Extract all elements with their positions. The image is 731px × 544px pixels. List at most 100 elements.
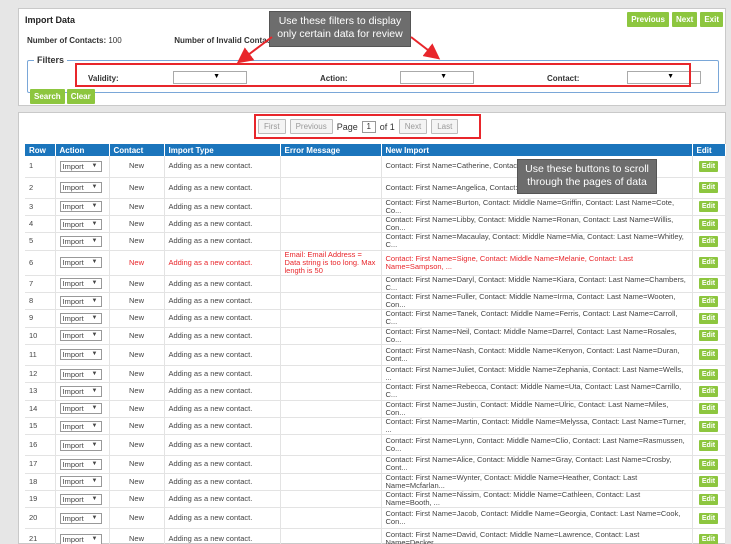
contact-cell: New [109, 156, 165, 178]
action-select[interactable]: Import ▼ [59, 533, 102, 544]
action-select[interactable]: Import ▼ [59, 458, 102, 470]
action-select[interactable]: Import ▼ [59, 235, 102, 247]
row-number: 7 [25, 275, 56, 293]
new-import-cell: Contact: First Name=Macaulay, Contact: M… [381, 232, 693, 251]
chevron-down-icon: ▼ [91, 220, 98, 227]
new-import-cell: Contact: First Name=Lynn, Contact: Middl… [381, 434, 693, 457]
action-select[interactable]: Import ▼ [59, 182, 102, 193]
action-cell: Import ▼ [55, 156, 110, 178]
row-number: 13 [25, 382, 56, 401]
chevron-down-icon: ▼ [91, 370, 98, 377]
action-cell: Import ▼ [55, 507, 110, 530]
action-cell: Import ▼ [55, 434, 110, 457]
action-cell: Import ▼ [55, 400, 110, 418]
row-number: 14 [25, 400, 56, 418]
error-message-cell [280, 473, 382, 491]
edit-button[interactable]: Edit [698, 312, 719, 324]
table-row: 10 Import ▼ New Adding as a new contact. Cont… [25, 327, 726, 345]
filters-callout: Use these filters to display only certai… [269, 11, 411, 47]
next-button[interactable]: Next [671, 12, 698, 27]
action-select[interactable]: Import ▼ [59, 349, 102, 361]
edit-cell: Edit [692, 434, 726, 457]
action-value: Import [62, 534, 84, 544]
edit-cell: Edit [692, 250, 726, 276]
error-message-cell [280, 382, 382, 401]
action-select[interactable]: Import ▼ [59, 218, 102, 230]
action-select[interactable]: Import ▼ [59, 278, 102, 290]
edit-button[interactable]: Edit [698, 257, 719, 269]
edit-button[interactable]: Edit [698, 493, 719, 505]
action-cell: Import ▼ [55, 344, 110, 366]
action-value: Import [62, 386, 84, 396]
edit-button[interactable]: Edit [698, 512, 719, 524]
row-number: 19 [25, 490, 56, 509]
action-select[interactable]: Import ▼ [59, 201, 102, 213]
action-select[interactable]: Import ▼ [59, 385, 102, 397]
error-message-cell [280, 309, 382, 328]
action-value: Import [62, 258, 84, 268]
edit-button[interactable]: Edit [698, 278, 719, 290]
edit-button[interactable]: Edit [698, 420, 719, 432]
search-button[interactable]: Search [30, 89, 65, 104]
edit-button[interactable]: Edit [698, 182, 719, 193]
chevron-down-icon: ▼ [91, 162, 98, 169]
edit-button[interactable]: Edit [698, 160, 719, 172]
error-message-cell [280, 434, 382, 457]
exit-button[interactable]: Exit [700, 12, 723, 27]
edit-button[interactable]: Edit [698, 458, 719, 470]
action-value: Import [62, 296, 84, 306]
row-number: 16 [25, 434, 56, 457]
action-cell: Import ▼ [55, 309, 110, 328]
action-select[interactable]: Import ▼ [59, 493, 102, 505]
action-select[interactable]: Import ▼ [59, 512, 102, 524]
action-select[interactable]: Import ▼ [59, 403, 102, 415]
action-select[interactable]: Import ▼ [59, 368, 102, 380]
error-message-cell [280, 215, 382, 234]
action-value: Import [62, 161, 84, 171]
edit-button[interactable]: Edit [698, 385, 719, 397]
edit-button[interactable]: Edit [698, 476, 719, 488]
edit-button[interactable]: Edit [698, 439, 719, 451]
import-type-cell: Adding as a new contact. [164, 528, 281, 544]
action-select[interactable]: Import ▼ [59, 420, 102, 432]
previous-button[interactable]: Previous [627, 12, 669, 27]
edit-button[interactable]: Edit [698, 368, 719, 380]
edit-button[interactable]: Edit [698, 235, 719, 247]
error-message-cell [280, 490, 382, 509]
table-row: 9 Import ▼ New Adding as a new contact. Conta… [25, 309, 726, 328]
import-type-cell: Adding as a new contact. [164, 434, 281, 457]
error-message-cell [280, 156, 382, 178]
action-select[interactable]: Import ▼ [59, 295, 102, 307]
chevron-down-icon: ▼ [91, 441, 98, 448]
edit-button[interactable]: Edit [698, 218, 719, 230]
contact-cell: New [109, 434, 165, 457]
edit-button[interactable]: Edit [698, 295, 719, 307]
action-select[interactable]: Import ▼ [59, 312, 102, 324]
chevron-down-icon: ▼ [91, 203, 98, 210]
table-row: 12 Import ▼ New Adding as a new contact. Cont… [25, 365, 726, 384]
action-cell: Import ▼ [55, 417, 110, 436]
chevron-down-icon: ▼ [91, 237, 98, 244]
edit-button[interactable]: Edit [698, 533, 719, 544]
contact-cell: New [109, 417, 165, 436]
row-number: 11 [25, 344, 56, 366]
table-row: 4 Import ▼ New Adding as a new contact. Conta… [25, 215, 726, 234]
action-select[interactable]: Import ▼ [59, 257, 102, 269]
action-cell: Import ▼ [55, 250, 110, 276]
action-cell: Import ▼ [55, 455, 110, 474]
action-select[interactable]: Import ▼ [59, 160, 102, 172]
action-value: Import [62, 183, 84, 192]
table-row: 6 Import ▼ New Adding as a new contact. Email… [25, 250, 726, 276]
edit-button[interactable]: Edit [698, 403, 719, 415]
action-select[interactable]: Import ▼ [59, 330, 102, 342]
row-number: 8 [25, 292, 56, 311]
edit-button[interactable]: Edit [698, 330, 719, 342]
action-select[interactable]: Import ▼ [59, 439, 102, 451]
edit-button[interactable]: Edit [698, 349, 719, 361]
chevron-down-icon: ▼ [91, 478, 98, 485]
edit-button[interactable]: Edit [698, 201, 719, 213]
clear-button[interactable]: Clear [66, 89, 95, 104]
action-select[interactable]: Import ▼ [59, 476, 102, 488]
row-number: 9 [25, 309, 56, 328]
action-cell: Import ▼ [55, 365, 110, 384]
